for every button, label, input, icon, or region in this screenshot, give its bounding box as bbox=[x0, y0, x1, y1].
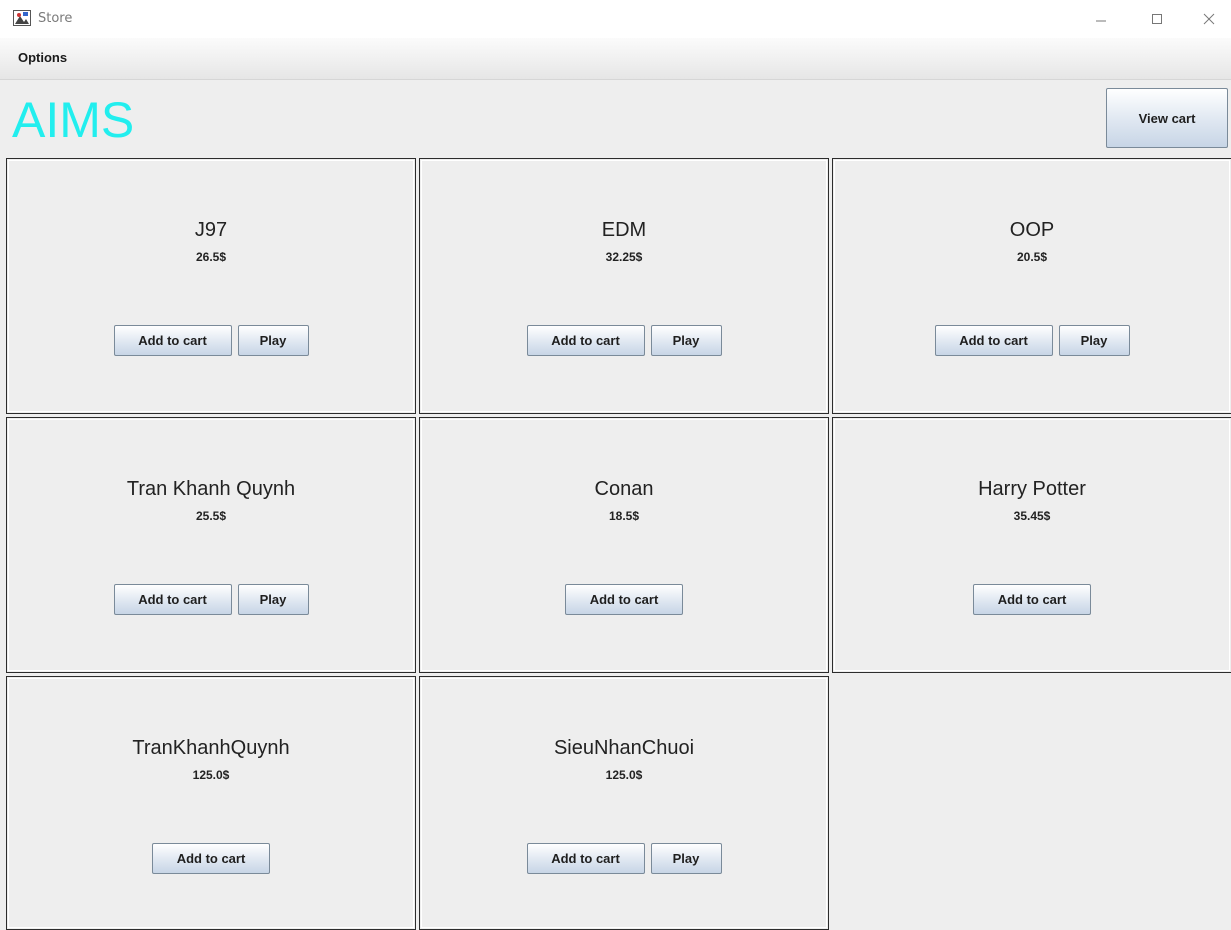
java-app-icon bbox=[13, 10, 31, 26]
menu-bar: Options bbox=[0, 38, 1231, 80]
media-grid: J97 26.5$ Add to cart Play EDM 32.25$ Ad… bbox=[0, 156, 1231, 930]
media-title: OOP bbox=[1009, 219, 1055, 241]
media-price: 35.45$ bbox=[1013, 509, 1051, 523]
minimize-button[interactable] bbox=[1078, 0, 1124, 38]
close-icon bbox=[1203, 13, 1215, 25]
media-card: Tran Khanh Quynh 25.5$ Add to cart Play bbox=[6, 417, 416, 673]
media-card: J97 26.5$ Add to cart Play bbox=[6, 158, 416, 414]
add-to-cart-button[interactable]: Add to cart bbox=[152, 843, 270, 874]
add-to-cart-button[interactable]: Add to cart bbox=[934, 325, 1053, 356]
media-title: Conan bbox=[594, 478, 654, 500]
media-title: Tran Khanh Quynh bbox=[126, 478, 296, 500]
media-title: Harry Potter bbox=[978, 478, 1086, 500]
play-button[interactable]: Play bbox=[650, 325, 722, 356]
media-price: 32.25$ bbox=[605, 250, 643, 264]
media-title: SieuNhanChuoi bbox=[553, 737, 695, 759]
media-title: EDM bbox=[601, 219, 647, 241]
maximize-icon bbox=[1152, 14, 1162, 24]
media-price: 125.0$ bbox=[192, 768, 230, 782]
media-price: 18.5$ bbox=[608, 509, 640, 523]
add-to-cart-button[interactable]: Add to cart bbox=[565, 584, 683, 615]
media-card: SieuNhanChuoi 125.0$ Add to cart Play bbox=[419, 676, 829, 930]
media-price: 26.5$ bbox=[195, 250, 227, 264]
add-to-cart-button[interactable]: Add to cart bbox=[113, 584, 232, 615]
play-button[interactable]: Play bbox=[650, 843, 722, 874]
add-to-cart-button[interactable]: Add to cart bbox=[973, 584, 1091, 615]
media-price: 25.5$ bbox=[195, 509, 227, 523]
add-to-cart-button[interactable]: Add to cart bbox=[526, 325, 645, 356]
window-title: Store bbox=[38, 11, 73, 26]
media-card: Harry Potter 35.45$ Add to cart bbox=[832, 417, 1231, 673]
close-button[interactable] bbox=[1186, 0, 1231, 38]
play-button[interactable]: Play bbox=[237, 584, 309, 615]
window-titlebar: Store bbox=[0, 0, 1231, 38]
maximize-button[interactable] bbox=[1134, 0, 1180, 38]
add-to-cart-button[interactable]: Add to cart bbox=[526, 843, 645, 874]
view-cart-button[interactable]: View cart bbox=[1106, 88, 1228, 148]
media-card: EDM 32.25$ Add to cart Play bbox=[419, 158, 829, 414]
add-to-cart-button[interactable]: Add to cart bbox=[113, 325, 232, 356]
media-card: OOP 20.5$ Add to cart Play bbox=[832, 158, 1231, 414]
media-price: 125.0$ bbox=[605, 768, 643, 782]
media-price: 20.5$ bbox=[1016, 250, 1048, 264]
menu-options[interactable]: Options bbox=[18, 50, 67, 65]
store-title: AIMS bbox=[12, 92, 135, 148]
media-title: TranKhanhQuynh bbox=[132, 737, 290, 759]
minimize-icon bbox=[1096, 20, 1106, 22]
media-card: Conan 18.5$ Add to cart bbox=[419, 417, 829, 673]
media-title: J97 bbox=[194, 219, 228, 241]
play-button[interactable]: Play bbox=[1058, 325, 1130, 356]
media-card: TranKhanhQuynh 125.0$ Add to cart bbox=[6, 676, 416, 930]
play-button[interactable]: Play bbox=[237, 325, 309, 356]
